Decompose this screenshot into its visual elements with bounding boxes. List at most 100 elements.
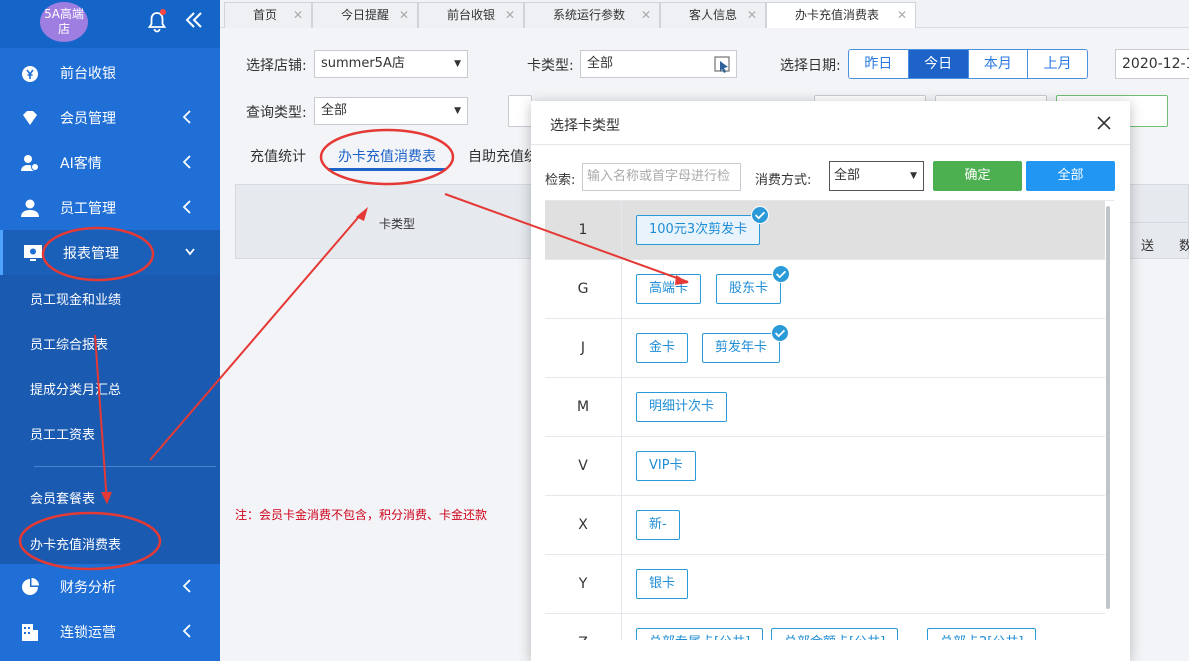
submenu-item[interactable]: 会员套餐表 [30,488,95,507]
close-tab-icon[interactable]: ✕ [505,3,515,27]
date-input[interactable]: 2020-12-1 [1115,49,1189,79]
checkmark-icon [751,206,770,224]
card-type-chip[interactable]: 银卡 [636,569,689,599]
submenu-item[interactable]: 员工综合报表 [30,334,108,353]
sidebar-item-label: 会员管理 [60,111,116,127]
card-type-chip[interactable]: 总部金额卡[公共] [771,628,899,640]
tab-label: 前台收银 [447,8,496,22]
sidebar-item-finance[interactable]: 财务分析 [0,564,220,609]
card-type-list: 1 100元3次剪发卡 G 高端卡 股东卡 J 金卡 剪发年卡 M 明细计次卡 V VIP卡 X 新- Y 银… [545,200,1114,640]
card-type-chip[interactable]: 明细计次卡 [636,392,728,422]
chevron-down-icon [185,248,195,256]
modal-title: 选择卡类型 [550,118,620,134]
active-subtab-indicator [328,168,446,171]
caret-down-icon: ▼ [454,59,461,69]
search-label: 检索: [545,173,576,188]
card-group-row: G 高端卡 股东卡 [545,260,1105,319]
submenu-divider [34,466,216,467]
tab-label: 首页 [253,8,278,22]
card-group-row: X 新- [545,496,1105,555]
close-icon[interactable] [1097,116,1111,130]
sidebar-header: 5A高端店 [0,0,220,48]
card-type-chip[interactable]: 总部卡2[公共] [927,628,1037,640]
card-type-select[interactable]: 全部 [580,50,737,78]
tab-label: 办卡充值消费表 [795,8,880,22]
card-type-chip[interactable]: 金卡 [636,333,689,363]
query-type-label: 查询类型: [246,105,307,121]
col-gift: 送 [1141,239,1155,254]
close-tab-icon[interactable]: ✕ [897,3,907,27]
date-label: 选择日期: [780,58,841,74]
pay-method-select[interactable]: 全部 ▼ [829,161,924,191]
search-input[interactable]: 输入名称或首字母进行检 [582,163,741,191]
store-label: 选择店铺: [246,58,307,74]
select-all-button[interactable]: 全部 [1026,161,1115,191]
submenu-item[interactable]: 员工现金和业绩 [30,289,121,308]
close-tab-icon[interactable]: ✕ [399,3,409,27]
card-group-row: M 明细计次卡 [545,378,1105,437]
tab-label: 客人信息 [689,8,738,22]
chevron-left-icon [182,110,191,124]
query-type-select[interactable]: 全部 ▼ [314,97,468,125]
date-last-month-button[interactable]: 上月 [1028,50,1087,78]
card-group-row: Y 银卡 [545,555,1105,614]
tab-guest-info[interactable]: 客人信息 ✕ [660,2,766,28]
card-type-chip[interactable]: 剪发年卡 [702,324,790,363]
checkmark-icon [772,265,791,283]
subtab-card-recharge[interactable]: 办卡充值消费表 [338,146,436,166]
chevron-left-icon [182,579,191,593]
submenu-item[interactable]: 提成分类月汇总 [30,379,121,398]
date-yesterday-button[interactable]: 昨日 [849,50,909,78]
sidebar-item-staff[interactable]: 员工管理 [0,185,220,230]
chevron-left-icon [182,624,191,638]
sidebar-item-label: 财务分析 [60,580,116,596]
hidden-button[interactable] [508,95,532,127]
card-type-modal: 选择卡类型 检索: 输入名称或首字母进行检 消费方式: 全部 ▼ 确定 全部 11… [531,101,1130,661]
card-type-chip[interactable]: 高端卡 [636,274,702,304]
card-group-row: Z 总部专属卡[公共] 总部金额卡[公共] 总部卡2[公共] [545,614,1105,640]
collapse-sidebar-icon[interactable] [183,9,205,31]
group-letter: X [545,496,622,555]
card-type-chip[interactable]: VIP卡 [636,451,696,481]
tab-cashier[interactable]: 前台收银 ✕ [418,2,524,28]
close-tab-icon[interactable]: ✕ [747,3,757,27]
card-type-chip[interactable]: 100元3次剪发卡 [636,206,770,245]
sidebar-item-ai[interactable]: AI客情 [0,140,220,185]
card-type-chip[interactable]: 总部专属卡[公共] [636,628,764,640]
card-group-row: J 金卡 剪发年卡 [545,319,1105,378]
chevron-left-icon [182,155,191,169]
subtab-self-recharge[interactable]: 自助充值统 [468,146,538,166]
sidebar-item-label: 报表管理 [63,246,119,262]
group-letter: G [545,260,622,319]
card-type-value: 全部 [587,56,614,71]
submenu-item-active[interactable]: 办卡充值消费表 [30,534,121,553]
tab-today-reminder[interactable]: 今日提醒 ✕ [312,2,418,28]
card-type-chip[interactable]: 股东卡 [716,265,791,304]
confirm-button[interactable]: 确定 [933,161,1022,191]
submenu-item[interactable]: 员工工资表 [30,424,95,443]
sidebar-item-label: 员工管理 [60,201,116,217]
date-this-month-button[interactable]: 本月 [968,50,1029,78]
tab-home[interactable]: 首页 ✕ [224,2,312,28]
store-badge[interactable]: 5A高端店 [40,2,88,42]
sidebar-item-chain[interactable]: 连锁运营 [0,609,220,654]
tab-system-params[interactable]: 系统运行参数 ✕ [524,2,660,28]
card-group-row: V VIP卡 [545,437,1105,496]
group-letter: M [545,378,622,437]
subtab-recharge-stats[interactable]: 充值统计 [250,146,306,166]
store-select[interactable]: summer5A店 ▼ [314,50,468,78]
date-today-button[interactable]: 今日 [908,50,969,78]
scrollbar[interactable] [1106,206,1110,609]
close-tab-icon[interactable]: ✕ [641,3,651,27]
sidebar-item-cashier[interactable]: 前台收银 [0,50,220,95]
date-range-group: 昨日 今日 本月 上月 [848,49,1088,79]
card-type-chip[interactable]: 新- [636,510,680,540]
chevron-left-icon [182,200,191,214]
sidebar-item-reports[interactable]: 报表管理 [0,230,220,275]
sidebar-item-label: 连锁运营 [60,625,116,641]
sidebar-item-label: AI客情 [60,156,102,172]
close-tab-icon[interactable]: ✕ [293,3,303,27]
sidebar-item-members[interactable]: 会员管理 [0,95,220,140]
tab-card-recharge-report[interactable]: 办卡充值消费表 ✕ [766,2,916,29]
report-note: 注：会员卡金消费不包含，积分消费、卡金还款 [235,508,488,522]
